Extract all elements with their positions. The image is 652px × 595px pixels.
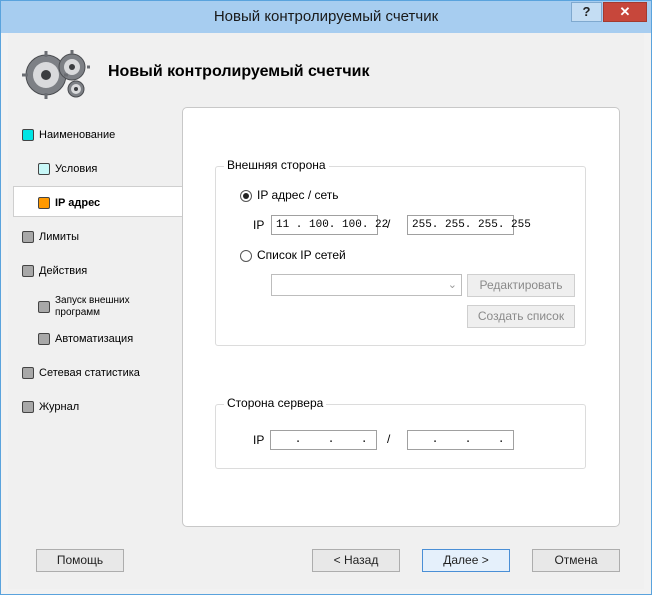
sidebar-item-label: Действия <box>39 265 88 277</box>
ip-mask-separator: / <box>387 217 391 231</box>
sidebar-item-automation[interactable]: Автоматизация <box>38 329 133 349</box>
gears-icon <box>20 45 92 101</box>
server-ip-input[interactable]: . . . <box>270 430 377 450</box>
server-mask-input[interactable]: . . . <box>407 430 514 450</box>
external-mask-input[interactable]: 255. 255. 255. 255 <box>407 215 531 235</box>
group-label: Сторона сервера <box>224 396 327 410</box>
title-bar[interactable]: Новый контролируемый счетчик ? ✕ <box>1 1 651 33</box>
sidebar-item-actions[interactable]: Действия <box>22 261 87 281</box>
status-square-icon <box>38 301 50 313</box>
external-side-group: Внешняя сторона IP адрес / сеть IP 11 . … <box>215 158 586 346</box>
sidebar-item-external-programs[interactable]: Запуск внешних программ <box>38 293 155 321</box>
ip-list-combo[interactable]: ⌄ <box>271 274 462 296</box>
back-button[interactable]: < Назад <box>312 549 400 572</box>
sidebar-item-label: Сетевая статистика <box>39 367 140 379</box>
dialog-client-area: Новый контролируемый счетчик Наименовани… <box>8 33 644 589</box>
external-ip-input[interactable]: 11 . 100. 100. 22 <box>271 215 388 235</box>
page-title: Новый контролируемый счетчик <box>108 63 370 80</box>
dialog-window: Новый контролируемый счетчик ? ✕ Новый к… <box>0 0 652 595</box>
status-square-icon <box>38 197 50 209</box>
sidebar-item-label: Журнал <box>39 401 80 413</box>
ip-list-label: Список IP сетей <box>257 248 346 262</box>
window-title: Новый контролируемый счетчик <box>213 8 439 25</box>
status-square-icon <box>22 265 34 277</box>
close-button[interactable]: ✕ <box>603 2 647 22</box>
sidebar-item-log[interactable]: Журнал <box>22 397 79 417</box>
ip-list-radio[interactable] <box>240 250 252 262</box>
chevron-down-icon: ⌄ <box>447 279 457 291</box>
sidebar-item-label: Лимиты <box>39 231 80 243</box>
help-button[interactable]: Помощь <box>36 549 124 572</box>
ip-mask-separator: / <box>387 432 391 446</box>
ip-network-radio[interactable] <box>240 190 252 202</box>
sidebar-item-label: Наименование <box>39 129 116 141</box>
sidebar-item-label: Условия <box>55 163 98 175</box>
edit-list-button[interactable]: Редактировать <box>467 274 575 297</box>
sidebar-item-limits[interactable]: Лимиты <box>22 227 79 247</box>
status-square-icon <box>22 401 34 413</box>
status-square-icon <box>22 367 34 379</box>
sidebar-item-label: IP адрес <box>55 197 101 209</box>
ip-network-label: IP адрес / сеть <box>257 188 339 202</box>
server-side-group: Сторона сервера IP . . . / . . . <box>215 396 586 469</box>
help-titlebar-button[interactable]: ? <box>571 2 602 22</box>
sidebar-item-name[interactable]: Наименование <box>22 125 115 145</box>
sidebar-item-ip-address[interactable]: IP адрес <box>38 193 100 213</box>
ip-label: IP <box>253 433 265 447</box>
sidebar-item-label: Запуск внешних программ <box>55 295 130 318</box>
next-button[interactable]: Далее > <box>422 549 510 572</box>
group-label: Внешняя сторона <box>224 158 329 172</box>
ip-label: IP <box>253 218 265 232</box>
status-square-icon <box>38 333 50 345</box>
create-list-button[interactable]: Создать список <box>467 305 575 328</box>
status-square-icon <box>22 231 34 243</box>
sidebar-item-network-stats[interactable]: Сетевая статистика <box>22 363 140 383</box>
status-square-icon <box>38 163 50 175</box>
content-panel: Внешняя сторона IP адрес / сеть IP 11 . … <box>182 107 620 527</box>
sidebar-item-label: Автоматизация <box>55 333 134 345</box>
cancel-button[interactable]: Отмена <box>532 549 620 572</box>
status-square-icon <box>22 129 34 141</box>
sidebar-item-conditions[interactable]: Условия <box>38 159 97 179</box>
